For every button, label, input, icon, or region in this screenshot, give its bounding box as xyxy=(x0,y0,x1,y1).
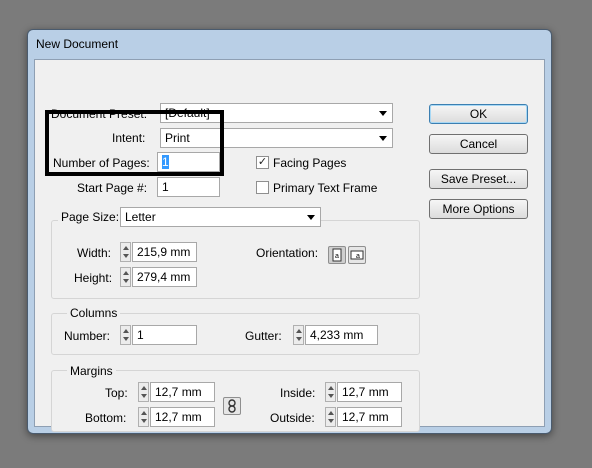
svg-text:a: a xyxy=(356,253,360,260)
outside-margin-value: 12,7 mm xyxy=(342,410,389,424)
height-field[interactable]: 279,4 mm xyxy=(132,267,197,287)
more-options-button[interactable]: More Options xyxy=(429,199,528,219)
chain-link-icon xyxy=(228,399,236,413)
arrow-down-icon xyxy=(296,337,302,341)
link-margins-button[interactable] xyxy=(223,397,241,415)
portrait-orientation-icon[interactable]: a xyxy=(328,246,346,264)
facing-pages-checkbox[interactable]: ✓ xyxy=(256,156,269,169)
arrow-down-icon xyxy=(328,394,334,398)
inside-margin-label: Inside: xyxy=(280,386,316,400)
top-margin-field[interactable]: 12,7 mm xyxy=(150,382,215,402)
arrow-up-icon xyxy=(296,329,302,333)
primary-text-frame-checkbox[interactable] xyxy=(256,181,269,194)
height-value: 279,4 mm xyxy=(137,270,191,284)
outside-margin-field[interactable]: 12,7 mm xyxy=(337,407,402,427)
inside-margin-value: 12,7 mm xyxy=(342,385,389,399)
page-size-select[interactable]: Letter xyxy=(120,207,321,227)
height-label: Height: xyxy=(74,271,113,285)
height-stepper[interactable] xyxy=(120,267,131,287)
annotation-highlight-box xyxy=(45,110,224,176)
save-preset-button[interactable]: Save Preset... xyxy=(429,169,528,189)
arrow-down-icon xyxy=(123,279,129,283)
outside-margin-stepper[interactable] xyxy=(325,407,336,427)
columns-number-stepper[interactable] xyxy=(120,325,131,345)
page-size-label: Page Size: xyxy=(58,210,123,224)
arrow-up-icon xyxy=(328,411,334,415)
arrow-up-icon xyxy=(123,329,129,333)
margins-title: Margins xyxy=(67,364,116,378)
inside-margin-field[interactable]: 12,7 mm xyxy=(337,382,402,402)
columns-number-field[interactable]: 1 xyxy=(132,325,197,345)
chevron-down-icon xyxy=(379,136,387,141)
portrait-page-icon: a xyxy=(332,248,342,262)
top-margin-label: Top: xyxy=(105,386,128,400)
arrow-up-icon xyxy=(123,271,129,275)
bottom-margin-label: Bottom: xyxy=(85,411,127,425)
start-page-field[interactable]: 1 xyxy=(157,177,220,197)
orientation-label: Orientation: xyxy=(256,246,319,260)
arrow-up-icon xyxy=(141,411,147,415)
arrow-down-icon xyxy=(123,337,129,341)
ok-button[interactable]: OK xyxy=(429,104,528,124)
landscape-orientation-icon[interactable]: a xyxy=(348,246,366,264)
inside-margin-stepper[interactable] xyxy=(325,382,336,402)
title-bar[interactable]: New Document xyxy=(28,30,551,56)
chevron-down-icon xyxy=(307,215,315,220)
facing-pages-label: Facing Pages xyxy=(273,156,347,170)
width-field[interactable]: 215,9 mm xyxy=(132,242,197,262)
new-document-dialog: New Document Document Preset: [Default] … xyxy=(27,29,552,434)
page-size-value: Letter xyxy=(125,210,156,224)
gutter-label: Gutter: xyxy=(245,329,282,343)
top-margin-value: 12,7 mm xyxy=(155,385,202,399)
arrow-down-icon xyxy=(328,419,334,423)
width-stepper[interactable] xyxy=(120,242,131,262)
arrow-up-icon xyxy=(123,246,129,250)
columns-title: Columns xyxy=(67,306,121,320)
arrow-down-icon xyxy=(123,254,129,258)
arrow-down-icon xyxy=(141,419,147,423)
start-page-value: 1 xyxy=(162,180,169,194)
landscape-page-icon: a xyxy=(350,250,364,260)
bottom-margin-stepper[interactable] xyxy=(138,407,149,427)
columns-number-label: Number: xyxy=(64,329,111,343)
bottom-margin-field[interactable]: 12,7 mm xyxy=(150,407,215,427)
bottom-margin-value: 12,7 mm xyxy=(155,410,202,424)
width-label: Width: xyxy=(77,246,112,260)
columns-number-value: 1 xyxy=(137,328,144,342)
arrow-down-icon xyxy=(141,394,147,398)
checkmark-icon: ✓ xyxy=(257,156,268,168)
top-margin-stepper[interactable] xyxy=(138,382,149,402)
gutter-stepper[interactable] xyxy=(293,325,304,345)
arrow-up-icon xyxy=(328,386,334,390)
svg-text:a: a xyxy=(335,253,339,260)
gutter-field[interactable]: 4,233 mm xyxy=(305,325,378,345)
arrow-up-icon xyxy=(141,386,147,390)
start-page-label: Start Page #: xyxy=(77,181,148,195)
gutter-value: 4,233 mm xyxy=(310,328,364,342)
width-value: 215,9 mm xyxy=(137,245,191,259)
chevron-down-icon xyxy=(379,111,387,116)
outside-margin-label: Outside: xyxy=(270,411,315,425)
primary-text-frame-label: Primary Text Frame xyxy=(273,181,378,195)
cancel-button[interactable]: Cancel xyxy=(429,134,528,154)
window-title: New Document xyxy=(36,37,119,51)
